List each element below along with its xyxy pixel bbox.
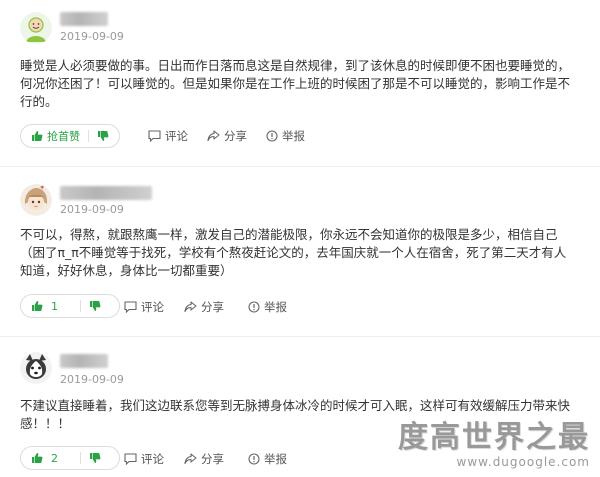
- report-button[interactable]: 举报: [266, 128, 305, 144]
- comment-date: 2019-09-09: [60, 30, 124, 43]
- share-label: 分享: [201, 452, 224, 466]
- comment-line: 不可以，得熬，就跟熬鹰一样，激发自己的潜能极限，你永远不会知道你的极限是多少，相…: [20, 227, 558, 242]
- comment-line: 睡觉是人必须要做的事。日出而作日落而息这是自然规律，到了该休息的时候即便不困也要…: [20, 58, 571, 73]
- like-button[interactable]: 1: [21, 295, 66, 317]
- comment-date: 2019-09-09: [60, 373, 124, 386]
- avatar[interactable]: [20, 352, 52, 384]
- thumbs-up-icon: [31, 452, 43, 464]
- reply-button[interactable]: 评论: [124, 451, 164, 467]
- share-icon: [184, 453, 197, 465]
- report-button[interactable]: 举报: [248, 451, 287, 467]
- watermark-url: www.dugoogle.com: [456, 455, 590, 469]
- vote-control: 抢首赞: [20, 124, 120, 148]
- comment-text: 不可以，得熬，就跟熬鹰一样，激发自己的潜能极限，你永远不会知道你的极限是多少，相…: [20, 226, 585, 280]
- husky-dog-avatar-icon: [20, 352, 52, 384]
- comment-date: 2019-09-09: [60, 203, 124, 216]
- report-button[interactable]: 举报: [248, 299, 287, 315]
- comment-line: 何况你还困了！可以睡觉的。但是如果你是在工作上班的时候困了那是不可以睡觉的，影响…: [20, 76, 571, 91]
- report-icon: [248, 301, 260, 313]
- reply-label: 评论: [141, 300, 164, 314]
- divider: [0, 166, 600, 167]
- like-button[interactable]: 2: [21, 447, 66, 469]
- like-count: 1: [51, 299, 58, 313]
- reply-label: 评论: [165, 129, 188, 143]
- share-icon: [207, 130, 220, 142]
- comment-line: （困了π_π不睡觉等于找死，学校有个熬夜赶论文的，去年国庆就一个人在宿舍，死了第…: [20, 245, 567, 260]
- avatar[interactable]: [20, 12, 52, 44]
- share-label: 分享: [201, 300, 224, 314]
- username-blurred[interactable]: [60, 12, 108, 26]
- share-icon: [184, 301, 197, 313]
- comment-text: 睡觉是人必须要做的事。日出而作日落而息这是自然规律，到了该休息的时候即便不困也要…: [20, 57, 585, 111]
- comment-line: 不建议直接睡着，我们这边联系您等到无脉搏身体冰冷的时候才可入眠，这样可有效缓解压…: [20, 398, 571, 413]
- comment-icon: [124, 453, 137, 465]
- username-blurred[interactable]: [60, 354, 108, 368]
- share-button[interactable]: 分享: [184, 299, 224, 315]
- thumbs-up-icon: [31, 130, 43, 142]
- site-watermark: 度高世界之最 www.dugoogle.com: [398, 420, 590, 470]
- dislike-button[interactable]: [89, 125, 119, 147]
- thumbs-up-icon: [31, 300, 43, 312]
- share-button[interactable]: 分享: [207, 128, 247, 144]
- thumbs-down-icon: [89, 300, 101, 312]
- reply-button[interactable]: 评论: [124, 299, 164, 315]
- comment-icon: [148, 130, 161, 142]
- reply-button[interactable]: 评论: [148, 128, 188, 144]
- avatar[interactable]: [20, 184, 52, 216]
- report-icon: [266, 130, 278, 142]
- like-count: 2: [51, 451, 58, 465]
- vote-control: 1: [20, 294, 120, 318]
- report-label: 举报: [282, 129, 305, 143]
- username-blurred[interactable]: [60, 186, 152, 200]
- report-label: 举报: [264, 300, 287, 314]
- like-label: 抢首赞: [47, 130, 80, 143]
- smiling-face-avatar-icon: [20, 12, 52, 44]
- thumbs-down-icon: [97, 130, 109, 142]
- thumbs-down-icon: [89, 452, 101, 464]
- report-label: 举报: [264, 452, 287, 466]
- comment-icon: [124, 301, 137, 313]
- vote-control: 2: [20, 446, 120, 470]
- share-label: 分享: [224, 129, 247, 143]
- reply-label: 评论: [141, 452, 164, 466]
- dislike-button[interactable]: [81, 447, 111, 469]
- dislike-button[interactable]: [81, 295, 111, 317]
- watermark-logo-text: 度高世界之最: [398, 420, 590, 455]
- comment-line: 知道，好好休息，身体比一切都重要）: [20, 263, 233, 278]
- divider: [0, 336, 600, 337]
- share-button[interactable]: 分享: [184, 451, 224, 467]
- report-icon: [248, 453, 260, 465]
- anime-girl-avatar-icon: [20, 184, 52, 216]
- comment-line: 行的。: [20, 94, 58, 109]
- like-button[interactable]: 抢首赞: [21, 125, 88, 147]
